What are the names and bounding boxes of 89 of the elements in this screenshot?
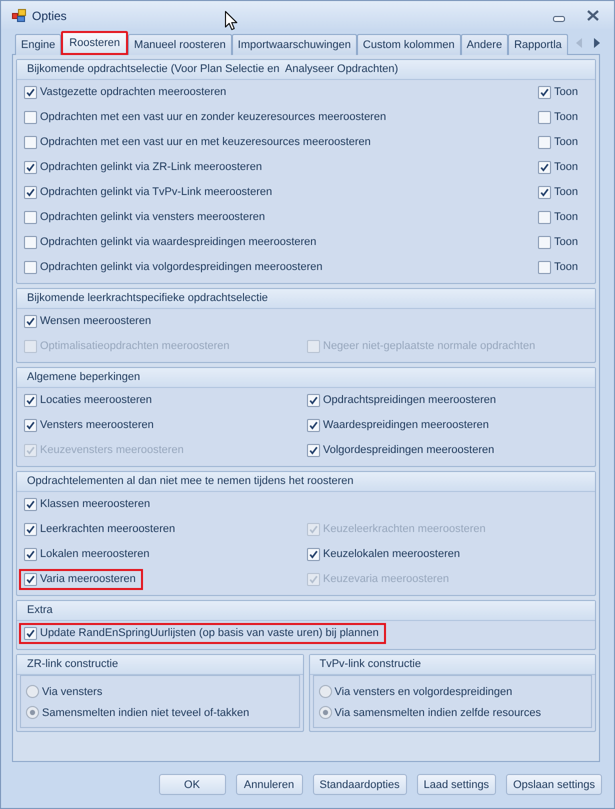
- group-title: Bijkomende opdrachtselectie (Voor Plan Selectie en Analyseer Opdrachten): [17, 60, 595, 80]
- checkbox-option[interactable]: Toon: [533, 132, 585, 153]
- window-title: Opties: [32, 8, 67, 22]
- checkbox-option[interactable]: Toon: [533, 182, 585, 203]
- checkbox[interactable]: [24, 111, 37, 124]
- checkbox-option[interactable]: Opdrachten gelinkt via ZR-Link meeroosteren: [19, 157, 269, 178]
- radio-option[interactable]: Samensmelten indien niet teveel of-takken: [26, 702, 298, 723]
- checkbox-option[interactable]: Update RandEnSpringUurlijsten (op basis van vaste uren) bij plannen: [19, 623, 386, 644]
- checkbox-option[interactable]: Lokalen meeroosteren: [19, 544, 156, 565]
- tab[interactable]: Importwaarschuwingen: [232, 34, 357, 55]
- checkbox-option[interactable]: Opdrachten met een vast uur en zonder keuzeresources meeroosteren: [19, 107, 394, 128]
- tab[interactable]: Manueel roosteren: [128, 34, 232, 55]
- dialog-button[interactable]: Opslaan settings: [506, 774, 602, 795]
- close-icon[interactable]: [587, 10, 599, 21]
- checkbox-option[interactable]: Toon: [533, 157, 585, 178]
- scroll-right-icon[interactable]: [594, 38, 600, 48]
- checkbox[interactable]: [307, 394, 320, 407]
- tab[interactable]: Engine: [15, 34, 62, 55]
- group-title: TvPv-link constructie: [310, 655, 595, 675]
- checkbox[interactable]: [538, 261, 552, 274]
- radio-button[interactable]: [318, 706, 332, 719]
- tab[interactable]: Roosteren: [61, 31, 128, 55]
- dialog-button[interactable]: Laad settings: [416, 774, 496, 795]
- checkbox-option[interactable]: Leerkrachten meeroosteren: [19, 519, 182, 540]
- tab[interactable]: Andere: [460, 34, 508, 55]
- dialog-button[interactable]: Standaardopties: [312, 774, 407, 795]
- group-title: Bijkomende leerkrachtspecifieke opdrachtselectie: [17, 289, 595, 309]
- minimize-icon[interactable]: [553, 16, 565, 22]
- checkbox-option[interactable]: Toon: [533, 207, 585, 228]
- checkbox-option[interactable]: Opdrachten met een vast uur en met keuzeresources meeroosteren: [19, 132, 378, 153]
- checkbox-option[interactable]: Toon: [533, 107, 585, 128]
- checkbox[interactable]: [24, 236, 37, 249]
- tab[interactable]: Rapportla: [508, 34, 568, 55]
- mouse-pointer-icon: [225, 11, 238, 31]
- checkbox-option[interactable]: Waardespreidingen meeroosteren: [302, 415, 496, 436]
- radio-option[interactable]: Via samensmelten indien zelfde resources: [318, 702, 591, 723]
- radio-button[interactable]: [318, 685, 332, 698]
- checkbox[interactable]: [538, 136, 552, 149]
- dialog-button[interactable]: Annuleren: [236, 774, 302, 795]
- checkbox[interactable]: [24, 548, 37, 561]
- checkbox[interactable]: [538, 111, 552, 124]
- checkbox[interactable]: [24, 186, 37, 199]
- checkbox[interactable]: [24, 86, 37, 99]
- checkbox-option[interactable]: Toon: [533, 232, 585, 253]
- radio-option[interactable]: Via vensters en volgordespreidingen: [318, 681, 591, 702]
- checkbox[interactable]: [24, 211, 37, 224]
- checkbox-option[interactable]: Varia meeroosteren: [19, 569, 143, 590]
- checkbox-option[interactable]: Klassen meeroosteren: [19, 494, 158, 515]
- checkbox[interactable]: [24, 498, 37, 511]
- checkbox-option[interactable]: Toon: [533, 82, 585, 103]
- app-icon: [12, 9, 26, 22]
- checkbox-option[interactable]: Locaties meeroosteren: [19, 390, 159, 411]
- checkbox[interactable]: [538, 186, 552, 199]
- checkbox-option[interactable]: Vastgezette opdrachten meeroosteren: [19, 82, 234, 103]
- dialog-button[interactable]: OK: [158, 774, 226, 795]
- radio-option[interactable]: Via vensters: [26, 681, 298, 702]
- checkbox-option[interactable]: Volgordespreidingen meeroosteren: [302, 440, 502, 461]
- checkbox[interactable]: [307, 548, 320, 561]
- checkbox[interactable]: [307, 444, 320, 457]
- tab[interactable]: Custom kolommen: [356, 34, 461, 55]
- checkbox[interactable]: [24, 136, 37, 149]
- checkbox[interactable]: [24, 315, 37, 328]
- checkbox[interactable]: [24, 261, 37, 274]
- checkbox-option[interactable]: Vensters meeroosteren: [19, 415, 161, 436]
- checkbox[interactable]: [538, 161, 552, 174]
- checkbox-option[interactable]: Opdrachten gelinkt via TvPv-Link meeroosteren: [19, 182, 280, 203]
- checkbox[interactable]: [538, 86, 552, 99]
- checkbox-option[interactable]: Opdrachten gelinkt via waardespreidingen meeroosteren: [19, 232, 324, 253]
- checkbox[interactable]: [538, 211, 552, 224]
- group-title: ZR-link constructie: [17, 655, 302, 675]
- checkbox-option[interactable]: Toon: [533, 257, 585, 278]
- checkbox-option[interactable]: Wensen meeroosteren: [19, 311, 158, 332]
- checkbox[interactable]: [24, 394, 37, 407]
- checkbox[interactable]: [307, 419, 320, 432]
- checkbox[interactable]: [24, 523, 37, 536]
- checkbox-option[interactable]: Opdrachten gelinkt via volgordespreidingen meeroosteren: [19, 257, 330, 278]
- group-title: Extra: [17, 601, 595, 621]
- checkbox-option[interactable]: Keuzelokalen meeroosteren: [302, 544, 467, 565]
- checkbox-option[interactable]: Opdrachten gelinkt via vensters meeroosteren: [19, 207, 272, 228]
- group-title: Opdrachtelementen al dan niet mee te nemen tijdens het roosteren: [17, 472, 595, 492]
- radio-button[interactable]: [26, 706, 39, 719]
- checkbox[interactable]: [24, 419, 37, 432]
- checkbox-option[interactable]: Opdrachtspreidingen meeroosteren: [302, 390, 504, 411]
- radio-button[interactable]: [26, 685, 39, 698]
- checkbox[interactable]: [24, 161, 37, 174]
- group-title: Algemene beperkingen: [17, 368, 595, 388]
- checkbox[interactable]: [24, 627, 37, 640]
- checkbox[interactable]: [538, 236, 552, 249]
- checkbox[interactable]: [24, 573, 37, 586]
